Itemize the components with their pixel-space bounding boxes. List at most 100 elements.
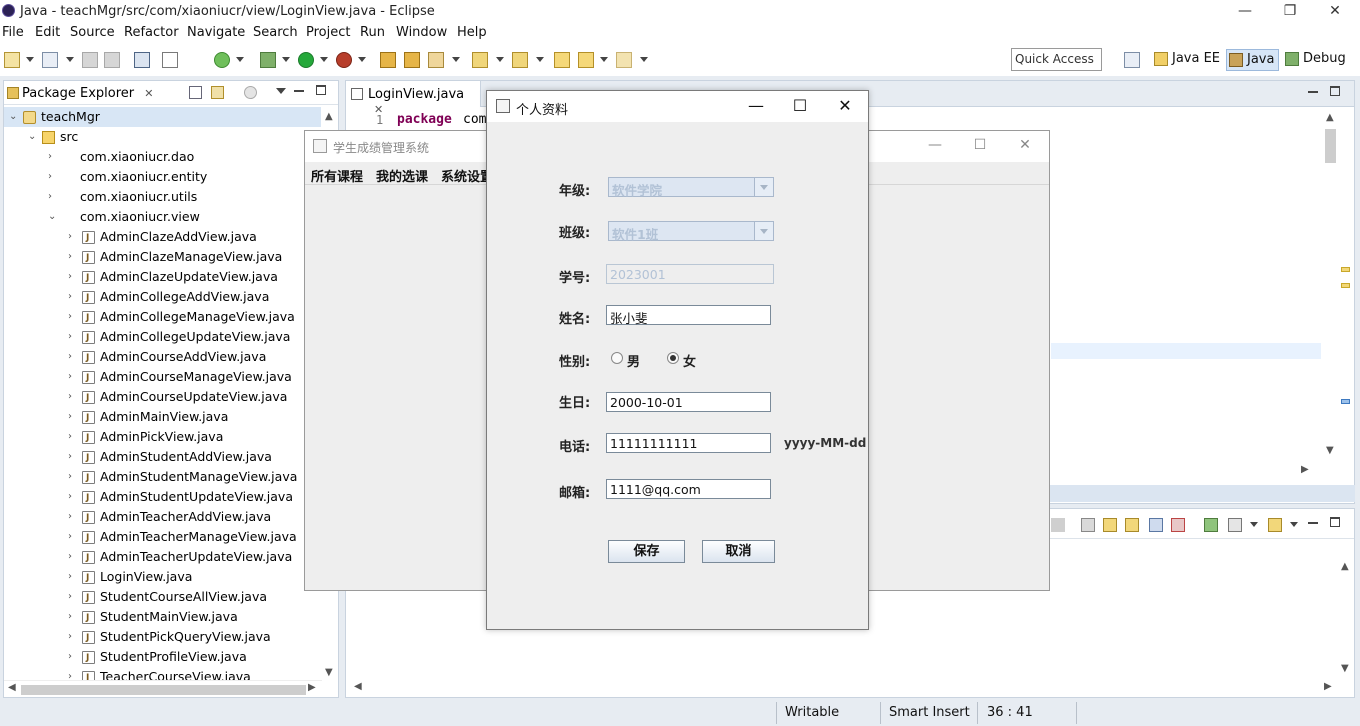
chevron-right-icon[interactable]: › [48, 167, 58, 187]
maximize-button[interactable]: ☐ [960, 137, 1000, 153]
menu-project[interactable]: Project [306, 25, 350, 40]
chevron-down-icon[interactable]: ⌄ [9, 107, 19, 127]
tree-item[interactable]: › AdminTeacherUpdateView.java [4, 547, 322, 568]
chevron-right-icon[interactable]: › [68, 327, 78, 347]
perspective-java[interactable]: Java [1226, 49, 1280, 71]
editor-horizontal-scrollbar[interactable]: ▶ [1051, 463, 1321, 477]
maximize-view-icon[interactable] [316, 85, 326, 95]
focus-icon[interactable] [244, 86, 257, 99]
chevron-right-icon[interactable]: › [48, 147, 58, 167]
chevron-down-icon[interactable] [1250, 522, 1258, 527]
chevron-down-icon[interactable] [754, 178, 773, 196]
gender-male-radio[interactable] [611, 352, 623, 364]
menu-source[interactable]: Source [70, 25, 115, 40]
menu-all-courses[interactable]: 所有课程 [311, 166, 363, 185]
display-selected-console-icon[interactable] [1171, 518, 1185, 532]
last-edit-icon[interactable] [554, 52, 570, 68]
chevron-right-icon[interactable]: › [68, 487, 78, 507]
tree-item[interactable]: › AdminCollegeManageView.java [4, 307, 322, 328]
horizontal-scroll-thumb[interactable] [21, 685, 306, 695]
tree-item[interactable]: › AdminTeacherAddView.java [4, 507, 322, 528]
chevron-right-icon[interactable]: › [68, 387, 78, 407]
chevron-right-icon[interactable]: › [68, 567, 78, 587]
chevron-down-icon[interactable] [358, 57, 366, 62]
chevron-down-icon[interactable] [66, 57, 74, 62]
minimize-button[interactable]: — [1222, 2, 1268, 22]
menu-my-courses[interactable]: 我的选课 [376, 166, 428, 185]
vertical-scroll-thumb[interactable] [1325, 129, 1336, 163]
tree-item[interactable]: › StudentCourseAllView.java [4, 587, 322, 608]
chevron-right-icon[interactable]: › [68, 287, 78, 307]
chevron-down-icon[interactable] [236, 57, 244, 62]
chevron-right-icon[interactable]: › [68, 247, 78, 267]
perspective-java-ee[interactable]: Java EE [1152, 49, 1224, 71]
close-button[interactable]: ✕ [1312, 2, 1358, 22]
scroll-up-icon[interactable]: ▲ [325, 111, 333, 122]
menu-search[interactable]: Search [253, 25, 298, 40]
class-combo[interactable]: 软件1班 [608, 221, 774, 242]
scroll-right-icon[interactable]: ▶ [308, 682, 316, 693]
tree-item[interactable]: › AdminTeacherManageView.java [4, 527, 322, 548]
warning-marker[interactable] [1341, 283, 1350, 288]
chevron-right-icon[interactable]: › [68, 467, 78, 487]
tree-item[interactable]: › com.xiaoniucr.utils [4, 187, 322, 207]
gender-female-label[interactable]: 女 [683, 351, 696, 370]
chevron-right-icon[interactable]: › [68, 647, 78, 667]
minimize-button[interactable]: — [915, 137, 955, 153]
console-menu-icon[interactable] [1228, 518, 1242, 532]
tree-item[interactable]: › AdminClazeUpdateView.java [4, 267, 322, 288]
name-field[interactable]: 张小斐 [606, 305, 771, 326]
chevron-down-icon[interactable] [600, 57, 608, 62]
external-tools-icon[interactable] [336, 52, 352, 68]
maximize-editor-icon[interactable] [1330, 86, 1340, 96]
grade-combo[interactable]: 软件学院 [608, 177, 774, 198]
tree-item[interactable]: › AdminCourseAddView.java [4, 347, 322, 368]
word-wrap-icon[interactable] [1125, 518, 1139, 532]
chevron-right-icon[interactable]: › [68, 447, 78, 467]
tree-item[interactable]: › com.xiaoniucr.dao [4, 147, 322, 167]
maximize-console-icon[interactable] [1330, 517, 1340, 527]
scroll-right-icon[interactable]: ▶ [1324, 681, 1332, 692]
scroll-right-icon[interactable]: ▶ [1301, 464, 1309, 475]
tree-item[interactable]: › AdminCollegeUpdateView.java [4, 327, 322, 348]
forward-arrow-icon[interactable] [616, 52, 632, 68]
chevron-down-icon[interactable]: ⌄ [28, 127, 38, 147]
chevron-right-icon[interactable]: › [68, 527, 78, 547]
scroll-down-icon[interactable]: ▼ [325, 667, 333, 678]
tree-item[interactable]: › AdminMainView.java [4, 407, 322, 428]
chevron-down-icon[interactable]: ⌄ [48, 207, 58, 227]
back-arrow-icon[interactable] [578, 52, 594, 68]
chevron-down-icon[interactable] [26, 57, 34, 62]
gender-female-radio[interactable] [667, 352, 679, 364]
tree-item[interactable]: ⌄ teachMgr [4, 107, 322, 127]
menu-run[interactable]: Run [360, 25, 385, 40]
maximize-button[interactable]: ☐ [779, 94, 821, 118]
perspective-debug[interactable]: Debug [1283, 49, 1350, 71]
console-vertical-scrollbar[interactable]: ▲ ▼ [1337, 559, 1354, 679]
refresh-icon[interactable] [214, 52, 230, 68]
chevron-down-icon[interactable] [754, 222, 773, 240]
tree-item[interactable]: › AdminClazeManageView.java [4, 247, 322, 268]
open-type-icon[interactable] [380, 52, 396, 68]
chevron-right-icon[interactable]: › [68, 607, 78, 627]
menu-file[interactable]: File [2, 25, 24, 40]
scroll-down-icon[interactable]: ▼ [1326, 445, 1334, 456]
chevron-right-icon[interactable]: › [68, 427, 78, 447]
tree-item[interactable]: › AdminClazeAddView.java [4, 227, 322, 248]
scroll-up-icon[interactable]: ▲ [1326, 112, 1334, 123]
chevron-right-icon[interactable]: › [68, 307, 78, 327]
chevron-down-icon[interactable] [452, 57, 460, 62]
tree-item[interactable]: › AdminStudentUpdateView.java [4, 487, 322, 508]
quick-access-input[interactable]: Quick Access [1011, 48, 1102, 71]
chevron-right-icon[interactable]: › [68, 347, 78, 367]
chevron-down-icon[interactable] [320, 57, 328, 62]
minimize-view-icon[interactable] [294, 90, 304, 92]
tree-item[interactable]: ⌄ src [4, 127, 322, 147]
scroll-lock-icon[interactable] [1103, 518, 1117, 532]
student-no-field[interactable]: 2023001 [606, 264, 774, 284]
new-icon[interactable] [4, 52, 20, 68]
chevron-down-icon[interactable] [640, 57, 648, 62]
email-field[interactable]: 1111@qq.com [606, 479, 771, 499]
maximize-button[interactable]: ❐ [1267, 2, 1313, 22]
scroll-down-icon[interactable]: ▼ [1341, 663, 1349, 674]
